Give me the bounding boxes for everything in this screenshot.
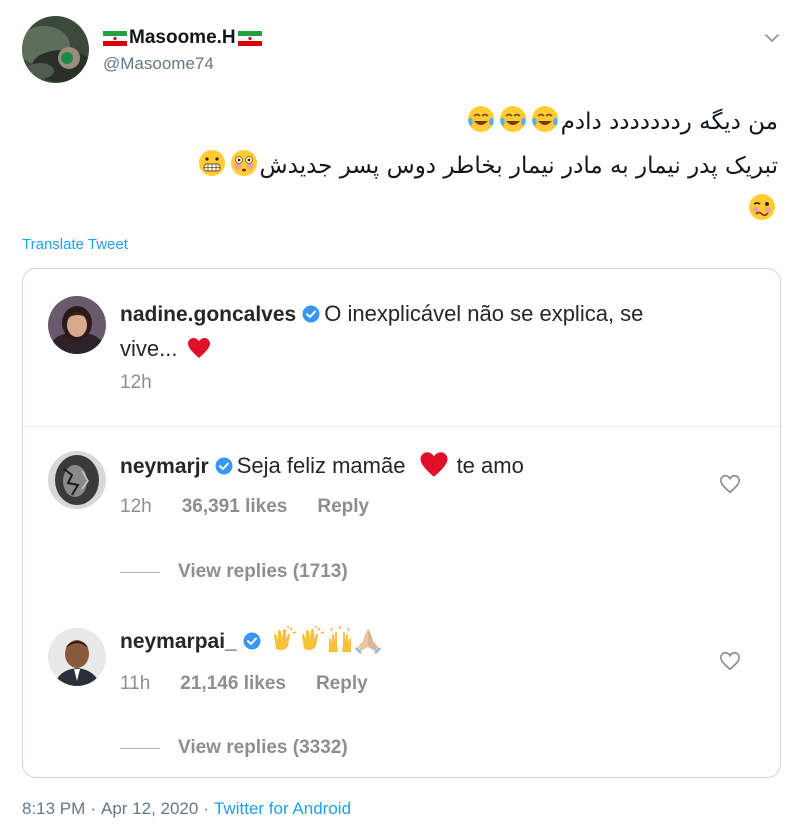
divider <box>120 571 160 573</box>
view-replies-label[interactable]: View replies (3332) <box>178 737 348 759</box>
comment-text: O inexplicável não se explica, se <box>324 301 644 326</box>
tweet-source-link[interactable]: Twitter for Android <box>214 799 351 819</box>
embedded-image-card[interactable]: nadine.goncalves O inexplicável não se ex… <box>22 268 781 778</box>
clapping-hands-emoji <box>301 626 325 651</box>
tweet-text-line-3 <box>18 188 778 232</box>
comment-username[interactable]: nadine.goncalves <box>120 303 296 326</box>
tears-of-joy-emoji <box>499 106 526 132</box>
comment-username[interactable]: neymarpai_ <box>120 630 237 653</box>
tweet: Masoome.H @Masoome74 من دیگه رددددددد دا… <box>0 0 800 834</box>
comment-1: nadine.goncalves O inexplicável não se ex… <box>120 297 760 367</box>
verified-badge-icon <box>302 305 320 323</box>
view-replies-button[interactable]: View replies (1713) <box>120 561 348 583</box>
flushed-emoji <box>230 150 257 176</box>
tears-of-joy-emoji <box>467 106 494 132</box>
tweet-text-line-1: من دیگه رددددددد دادم <box>18 100 778 144</box>
verified-badge-icon <box>215 457 233 475</box>
reply-button[interactable]: Reply <box>317 496 369 518</box>
comment-username[interactable]: neymarjr <box>120 455 209 478</box>
footer-separator: · <box>90 799 96 818</box>
iran-flag-icon <box>237 30 262 46</box>
divider <box>120 747 160 749</box>
like-count[interactable]: 36,391 likes <box>182 496 288 518</box>
comment-text-continued: vive... <box>120 336 178 361</box>
divider <box>23 426 780 427</box>
verified-badge-icon <box>243 632 261 650</box>
tweet-line-2-text: تبریک پدر نیمار به مادر نیمار بخاطر دوس … <box>259 153 778 179</box>
grimacing-emoji <box>198 150 225 176</box>
tweet-text-line-2: تبریک پدر نیمار به مادر نیمار بخاطر دوس … <box>18 144 778 188</box>
iran-flag-icon <box>103 30 127 46</box>
comment-meta: 11h 21,146 likes Reply <box>120 673 368 695</box>
tweet-footer: 8:13 PM · Apr 12, 2020 · Twitter for And… <box>22 799 351 819</box>
avatar[interactable] <box>48 296 106 354</box>
red-heart-emoji <box>420 452 448 477</box>
heart-icon[interactable] <box>719 473 741 495</box>
comment-age: 12h <box>120 496 152 517</box>
raised-hands-emoji <box>328 626 351 652</box>
comment-age: 12h <box>120 372 152 393</box>
tweet-line-1-text: من دیگه رددددددد دادم <box>560 109 778 135</box>
author-display-name[interactable]: Masoome.H <box>129 27 236 49</box>
translate-tweet-link[interactable]: Translate Tweet <box>22 236 128 253</box>
view-replies-button[interactable]: View replies (3332) <box>120 737 348 759</box>
woozy-emoji <box>749 194 775 220</box>
footer-separator: · <box>203 799 210 818</box>
avatar[interactable] <box>48 628 106 686</box>
comment-text-continued: te amo <box>456 453 524 478</box>
avatar[interactable] <box>48 451 106 509</box>
red-heart-emoji <box>187 338 210 358</box>
comment-2: neymarjr Seja feliz mamãe te amo <box>120 449 524 484</box>
chevron-down-icon[interactable] <box>762 28 782 48</box>
comment-meta: 12h 36,391 likes Reply <box>120 496 369 518</box>
comment-age: 11h <box>120 673 151 694</box>
view-replies-label[interactable]: View replies (1713) <box>178 561 348 583</box>
tweet-time[interactable]: 8:13 PM <box>22 799 85 819</box>
tears-of-joy-emoji <box>531 106 558 132</box>
like-count[interactable]: 21,146 likes <box>180 673 286 695</box>
folded-hands-emoji <box>354 629 381 654</box>
reply-button[interactable]: Reply <box>316 673 368 695</box>
heart-icon[interactable] <box>719 650 741 672</box>
comment-meta: 12h <box>120 372 152 394</box>
tweet-date[interactable]: Apr 12, 2020 <box>101 799 198 819</box>
comment-text: Seja feliz mamãe <box>236 453 406 478</box>
tweet-text: من دیگه رددددددد دادم تبریک پدر نیمار به… <box>18 100 778 232</box>
clapping-hands-emoji <box>273 626 297 651</box>
author-handle[interactable]: @Masoome74 <box>103 54 214 74</box>
comment-3: neymarpai_ <box>120 625 382 659</box>
author-name-row[interactable]: Masoome.H <box>103 27 262 49</box>
author-avatar[interactable] <box>22 16 89 83</box>
